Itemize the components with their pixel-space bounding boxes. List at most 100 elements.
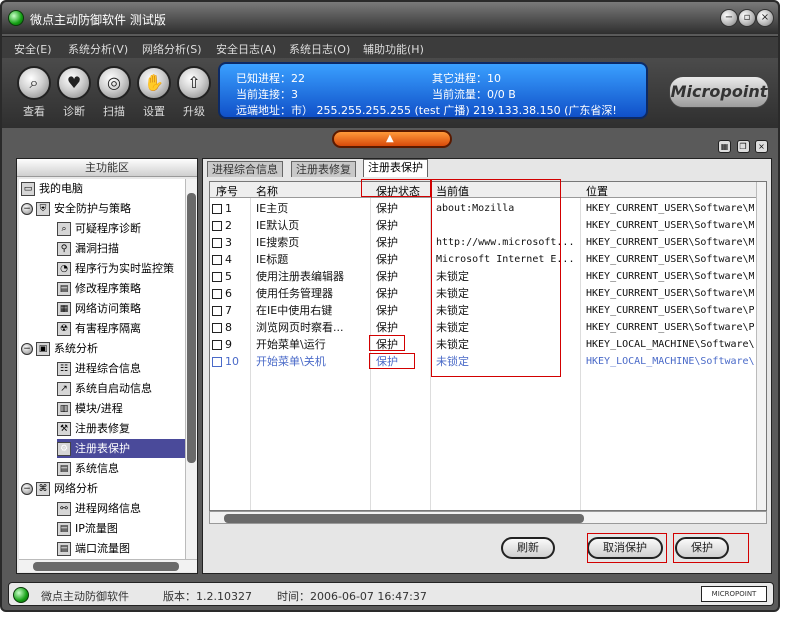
scan-button[interactable]: ◎ 扫描: [92, 66, 136, 124]
panel-close-icon[interactable]: ×: [755, 140, 768, 153]
tree-modify-policy[interactable]: ▤ 修改程序策略: [57, 279, 141, 298]
startup-icon: ↗: [57, 382, 71, 396]
scroll-thumb[interactable]: [33, 562, 179, 571]
tree-suspicious-diagnosis[interactable]: ⌕ 可疑程序诊断: [57, 219, 141, 238]
diagnose-label: 诊断: [63, 105, 85, 118]
up-arrow-icon: ▲: [386, 133, 394, 144]
row-checkbox[interactable]: [212, 323, 222, 333]
table-vertical-scrollbar[interactable]: [756, 182, 766, 510]
tab-process-info[interactable]: 进程综合信息: [207, 161, 283, 177]
view-button[interactable]: ⌕ 查看: [12, 66, 56, 124]
panel-window-controls: ▦ ❐ ×: [716, 139, 768, 153]
settings-button[interactable]: ✋ 设置: [132, 66, 176, 124]
upgrade-button[interactable]: ⇧ 升级: [172, 66, 216, 124]
tree-vertical-scrollbar[interactable]: [185, 179, 197, 559]
brand-badge: MICROPOINT: [701, 586, 767, 602]
row-checkbox[interactable]: [212, 289, 222, 299]
tree-ip-traffic[interactable]: ▤ IP流量图: [57, 519, 118, 538]
row-checkbox[interactable]: [212, 204, 222, 214]
row-checkbox[interactable]: [212, 306, 222, 316]
upgrade-label: 升级: [183, 105, 205, 118]
col-name[interactable]: 名称: [256, 183, 278, 199]
highlight-value-column: [431, 179, 561, 377]
collapse-icon[interactable]: −: [21, 343, 33, 355]
grid-view-icon[interactable]: ▦: [718, 140, 731, 153]
tree-module-process[interactable]: ▥ 模块/进程: [57, 399, 123, 418]
panel-header: 主功能区: [17, 159, 197, 177]
menu-system-log[interactable]: 系统日志(O): [289, 41, 350, 57]
tree-process-network[interactable]: ⚯ 进程网络信息: [57, 499, 141, 518]
highlight-row10-status: [369, 353, 415, 369]
row-checkbox[interactable]: [212, 272, 222, 282]
row-checkbox[interactable]: [212, 357, 222, 367]
col-number[interactable]: 序号: [216, 183, 238, 199]
scan-icon: ◎: [97, 66, 131, 100]
tree-port-traffic[interactable]: ▤ 端口流量图: [57, 539, 130, 558]
collapse-icon[interactable]: −: [21, 483, 33, 495]
module-icon: ▥: [57, 402, 71, 416]
network-icon: ▦: [57, 302, 71, 316]
diagnose-button[interactable]: ♥ 诊断: [52, 66, 96, 124]
tab-registry-protect[interactable]: 注册表保护: [363, 159, 428, 177]
info-icon: ▤: [57, 462, 71, 476]
table-horizontal-scrollbar[interactable]: [209, 511, 767, 524]
tab-registry-repair[interactable]: 注册表修复: [291, 161, 356, 177]
menu-bar: 安全(E) 系统分析(V) 网络分析(S) 安全日志(A) 系统日志(O) 辅助…: [2, 36, 778, 58]
status-bar: 微点主动防御软件 版本：1.2.10327 时间：2006-06-07 16:4…: [8, 582, 774, 606]
row-checkbox[interactable]: [212, 255, 222, 265]
brand-logo: Micropoint: [669, 76, 769, 108]
tree-network-analysis[interactable]: − ⌘ 网络分析: [21, 479, 98, 498]
known-processes: 已知进程：22: [236, 72, 305, 85]
status-info-panel: 已知进程：22 其它进程：10 当前连接：3 当前流量：0/0 B 远端地址：市…: [218, 62, 648, 119]
minimize-icon[interactable]: −: [720, 9, 738, 27]
menu-network-analysis[interactable]: 网络分析(S): [142, 41, 202, 57]
function-tree: ▭ 我的电脑 − ⛨ 安全防护与策略 ⌕ 可疑程序诊断 ⚲ 漏洞扫描 ◔ 程序行为实时监控策…: [19, 179, 185, 559]
current-connections: 当前连接：3: [236, 88, 298, 101]
scroll-thumb[interactable]: [187, 193, 196, 463]
tree-vulnerability-scan[interactable]: ⚲ 漏洞扫描: [57, 239, 119, 258]
status-light-icon: [13, 587, 29, 603]
row-checkbox[interactable]: [212, 340, 222, 350]
tree-registry-repair[interactable]: ⚒ 注册表修复: [57, 419, 130, 438]
magnifier-icon: ⌕: [57, 222, 71, 236]
row-checkbox[interactable]: [212, 238, 222, 248]
tree-network-access[interactable]: ▦ 网络访问策略: [57, 299, 141, 318]
network-analysis-icon: ⌘: [36, 482, 50, 496]
remote-address: 远端地址：市） 255.255.255.255 (test 广播) 219.13…: [236, 104, 617, 117]
upgrade-icon: ⇧: [177, 66, 211, 100]
menu-auxiliary[interactable]: 辅助功能(H): [363, 41, 424, 57]
other-processes: 其它进程：10: [432, 72, 501, 85]
tree-system-analysis[interactable]: − ▣ 系统分析: [21, 339, 98, 358]
registry-protect-icon: ⚙: [57, 442, 71, 456]
refresh-button[interactable]: 刷新: [501, 537, 555, 559]
ip-chart-icon: ▤: [57, 522, 71, 536]
collapse-handle[interactable]: ▲: [332, 130, 452, 148]
row-checkbox[interactable]: [212, 221, 222, 231]
heart-icon: ♥: [57, 66, 91, 100]
tree-quarantine[interactable]: ☢ 有害程序隔离: [57, 319, 141, 338]
hand-icon: ✋: [137, 66, 171, 100]
menu-security[interactable]: 安全(E): [14, 41, 52, 57]
close-icon[interactable]: ×: [756, 9, 774, 27]
tree-startup-info[interactable]: ↗ 系统自启动信息: [57, 379, 152, 398]
computer-icon: ▭: [21, 182, 35, 196]
menu-security-log[interactable]: 安全日志(A): [216, 41, 276, 57]
tree-process-info[interactable]: ☷ 进程综合信息: [57, 359, 141, 378]
collapse-icon[interactable]: −: [21, 203, 33, 215]
highlight-row9-status: [369, 335, 405, 351]
tree-horizontal-scrollbar[interactable]: [19, 559, 197, 572]
status-time: 时间：2006-06-07 16:47:37: [277, 590, 427, 603]
system-icon: ▣: [36, 342, 50, 356]
scroll-thumb[interactable]: [224, 514, 584, 523]
menu-system-analysis[interactable]: 系统分析(V): [68, 41, 128, 57]
tree-my-computer[interactable]: ▭ 我的电脑: [21, 179, 83, 198]
process-network-icon: ⚯: [57, 502, 71, 516]
tree-system-info[interactable]: ▤ 系统信息: [57, 459, 119, 478]
maximize-icon[interactable]: ▫: [738, 9, 756, 27]
restore-icon[interactable]: ❐: [736, 140, 750, 153]
tree-registry-protect[interactable]: ⚙ 注册表保护: [57, 439, 185, 458]
tree-behavior-monitor[interactable]: ◔ 程序行为实时监控策: [57, 259, 174, 278]
tree-security-policy[interactable]: − ⛨ 安全防护与策略: [21, 199, 131, 218]
col-location[interactable]: 位置: [586, 183, 608, 199]
title-bar[interactable]: 微点主动防御软件 测试版 − ▫ ×: [2, 2, 778, 34]
